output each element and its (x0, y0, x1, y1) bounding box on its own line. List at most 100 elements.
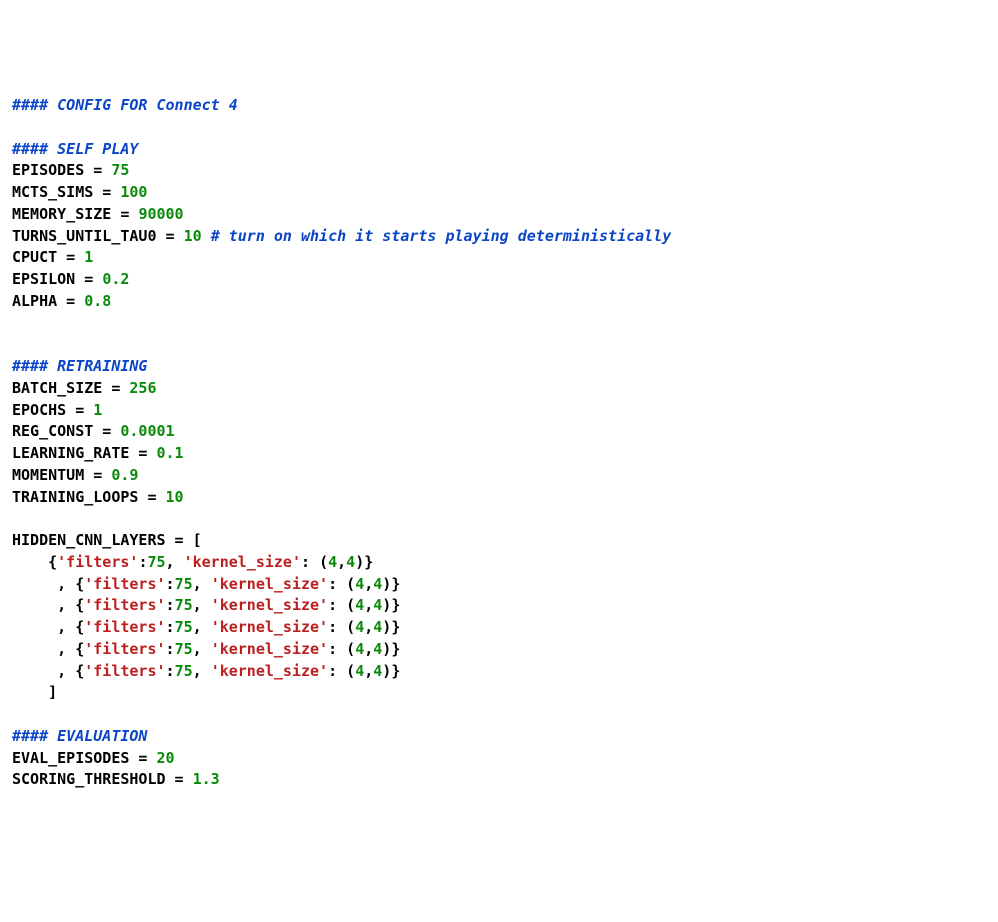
var-name: HIDDEN_CNN_LAYERS (12, 531, 166, 549)
brace-close: } (391, 596, 400, 614)
config-line-eval-episodes: EVAL_EPISODES = 20 (12, 749, 175, 767)
config-line-memory-size: MEMORY_SIZE = 90000 (12, 205, 184, 223)
var-name: EPSILON (12, 270, 75, 288)
config-line-epochs: EPOCHS = 1 (12, 401, 102, 419)
comma: , (193, 575, 211, 593)
hidden-layer-row: , {'filters':75, 'kernel_size': (4,4)} (12, 662, 400, 680)
equals-op: = (157, 227, 184, 245)
brace-open: { (75, 640, 84, 658)
number-literal: 75 (175, 596, 193, 614)
hidden-layer-row: , {'filters':75, 'kernel_size': (4,4)} (12, 618, 400, 636)
config-line-epsilon: EPSILON = 0.2 (12, 270, 129, 288)
number-literal: 0.2 (102, 270, 129, 288)
brace-close: } (364, 553, 373, 571)
number-literal: 4 (355, 575, 364, 593)
brace-open: { (48, 553, 57, 571)
string-literal: 'kernel_size' (184, 553, 301, 571)
var-name: ALPHA (12, 292, 57, 310)
equals-op: = (93, 183, 120, 201)
paren-close: ) (382, 618, 391, 636)
comma: , (364, 640, 373, 658)
number-literal: 1 (84, 248, 93, 266)
number-literal: 75 (111, 161, 129, 179)
equals-op: = (129, 444, 156, 462)
number-literal: 10 (166, 488, 184, 506)
paren-close: ) (382, 575, 391, 593)
close-bracket: ] (48, 683, 57, 701)
comma: , (193, 640, 211, 658)
number-literal: 4 (328, 553, 337, 571)
number-literal: 4 (355, 618, 364, 636)
hidden-layer-row: , {'filters':75, 'kernel_size': (4,4)} (12, 596, 400, 614)
colon: : (328, 640, 346, 658)
number-literal: 1 (93, 401, 102, 419)
hidden-layer-row: , {'filters':75, 'kernel_size': (4,4)} (12, 640, 400, 658)
number-literal: 4 (373, 575, 382, 593)
string-literal: 'kernel_size' (211, 618, 328, 636)
number-literal: 4 (373, 596, 382, 614)
number-literal: 75 (175, 618, 193, 636)
indent: , (12, 640, 75, 658)
comma: , (337, 553, 346, 571)
equals-op: = (57, 292, 84, 310)
comment-selfplay: #### SELF PLAY (12, 140, 138, 158)
var-name: TRAINING_LOOPS (12, 488, 138, 506)
indent: , (12, 575, 75, 593)
equals-op: = (93, 422, 120, 440)
colon: : (166, 575, 175, 593)
equals-op: = (138, 488, 165, 506)
string-literal: 'kernel_size' (211, 596, 328, 614)
comment-tau-inline: # turn on which it starts playing determ… (211, 227, 672, 245)
string-literal: 'filters' (84, 662, 165, 680)
paren-close: ) (382, 596, 391, 614)
number-literal: 10 (184, 227, 202, 245)
equals-op: = (129, 749, 156, 767)
number-literal: 20 (157, 749, 175, 767)
comma: , (193, 618, 211, 636)
brace-close: } (391, 640, 400, 658)
number-literal: 75 (147, 553, 165, 571)
colon: : (301, 553, 319, 571)
var-name: CPUCT (12, 248, 57, 266)
indent: , (12, 618, 75, 636)
var-name: BATCH_SIZE (12, 379, 102, 397)
equals-op: = (84, 466, 111, 484)
colon: : (166, 596, 175, 614)
config-line-hidden-open: HIDDEN_CNN_LAYERS = [ (12, 531, 202, 549)
string-literal: 'filters' (84, 640, 165, 658)
var-name: MEMORY_SIZE (12, 205, 111, 223)
hidden-layer-row: , {'filters':75, 'kernel_size': (4,4)} (12, 575, 400, 593)
comma: , (364, 662, 373, 680)
equals-op: = (66, 401, 93, 419)
config-line-reg-const: REG_CONST = 0.0001 (12, 422, 175, 440)
string-literal: 'filters' (84, 575, 165, 593)
number-literal: 4 (373, 662, 382, 680)
paren-open: ( (346, 662, 355, 680)
number-literal: 75 (175, 662, 193, 680)
paren-open: ( (346, 640, 355, 658)
equals-op: = (166, 531, 193, 549)
var-name: EVAL_EPISODES (12, 749, 129, 767)
number-literal: 4 (373, 640, 382, 658)
config-line-scoring-threshold: SCORING_THRESHOLD = 1.3 (12, 770, 220, 788)
indent (12, 553, 48, 571)
number-literal: 4 (346, 553, 355, 571)
number-literal: 75 (175, 575, 193, 593)
brace-open: { (75, 618, 84, 636)
comma: , (193, 662, 211, 680)
number-literal: 4 (355, 596, 364, 614)
config-line-alpha: ALPHA = 0.8 (12, 292, 111, 310)
equals-op: = (57, 248, 84, 266)
var-name: TURNS_UNTIL_TAU0 (12, 227, 157, 245)
comment-retraining: #### RETRAINING (12, 357, 147, 375)
config-line-mcts-sims: MCTS_SIMS = 100 (12, 183, 147, 201)
var-name: EPISODES (12, 161, 84, 179)
colon: : (328, 618, 346, 636)
comma: , (364, 575, 373, 593)
paren-open: ( (346, 618, 355, 636)
indent: , (12, 662, 75, 680)
equals-op: = (75, 270, 102, 288)
brace-open: { (75, 662, 84, 680)
brace-open: { (75, 596, 84, 614)
var-name: REG_CONST (12, 422, 93, 440)
